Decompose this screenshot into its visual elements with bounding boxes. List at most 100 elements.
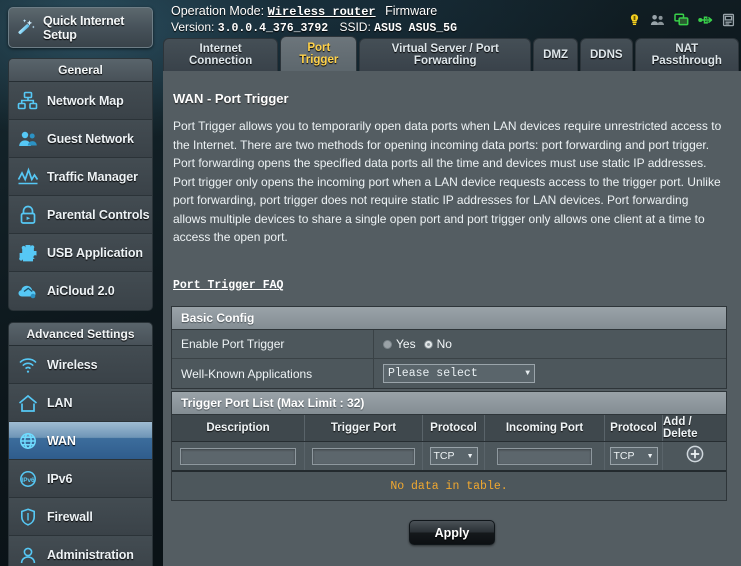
sidebar-item-label: Administration <box>47 548 134 562</box>
well-known-applications-value: Please select <box>388 367 478 380</box>
sidebar-item-traffic-manager[interactable]: Traffic Manager <box>9 158 152 196</box>
radio-option-yes[interactable]: Yes <box>383 337 416 351</box>
aicloud-icon <box>9 281 47 301</box>
tab-nat-passthrough[interactable]: NAT Passthrough <box>634 38 739 71</box>
printer-device-icon[interactable] <box>722 13 735 32</box>
sidebar-item-label: WAN <box>47 433 76 448</box>
version-label: Version: <box>171 20 215 34</box>
column-header-add-delete: Add / Delete <box>663 416 698 440</box>
basic-config-panel: Basic Config Enable Port Trigger Yes No … <box>171 306 727 389</box>
page-title: WAN - Port Trigger <box>173 91 289 106</box>
usb-device-icon[interactable] <box>698 13 713 32</box>
sidebar-item-label: AiCloud 2.0 <box>47 284 115 298</box>
sidebar: Quick Internet Setup General Network Map <box>0 0 163 566</box>
well-known-applications-label: Well-Known Applications <box>172 359 374 388</box>
usb-application-puzzle-icon <box>9 243 47 263</box>
network-map-icon <box>9 91 47 111</box>
administration-user-icon <box>9 545 47 565</box>
enable-port-trigger-radio-group: Yes No <box>383 337 452 351</box>
sidebar-group-advanced-title: Advanced Settings <box>9 323 152 346</box>
quick-internet-setup-button[interactable]: Quick Internet Setup <box>8 7 153 48</box>
notification-lamp-icon[interactable] <box>628 13 641 32</box>
tab-internet-connection[interactable]: Internet Connection <box>163 38 279 71</box>
sidebar-item-label: Wireless <box>47 357 98 372</box>
radio-yes-input[interactable] <box>383 339 392 349</box>
trigger-port-input-row: TCP ▼ TCP ▼ <box>172 442 726 472</box>
sidebar-group-advanced-settings: Advanced Settings Wireless LAN WAN IPv6 … <box>8 322 153 566</box>
well-known-applications-row: Well-Known Applications Please select ▼ <box>172 359 726 388</box>
sidebar-item-administration[interactable]: Administration <box>9 536 152 566</box>
port-trigger-faq-link[interactable]: Port Trigger FAQ <box>173 279 283 292</box>
ipv6-icon: IPv6 <box>9 469 47 489</box>
version-line: Version: 3.0.0.4_376_3792 SSID: ASUS ASU… <box>171 20 457 35</box>
sidebar-group-general-title: General <box>9 59 152 82</box>
wan-globe-icon <box>9 431 47 451</box>
guest-users-icon[interactable] <box>650 13 665 32</box>
sidebar-item-wan[interactable]: WAN <box>9 422 152 460</box>
chevron-down-icon: ▼ <box>646 452 654 460</box>
page-description: Port Trigger allows you to temporarily o… <box>173 119 722 244</box>
sidebar-item-label: Network Map <box>47 93 124 108</box>
sidebar-item-label: Guest Network <box>47 131 134 146</box>
sidebar-item-label: Firewall <box>47 509 93 524</box>
well-known-applications-select[interactable]: Please select ▼ <box>383 364 535 383</box>
sidebar-item-guest-network[interactable]: Guest Network <box>9 120 152 158</box>
firewall-shield-icon <box>9 507 47 527</box>
ssid-value: ASUS ASUS_5G <box>374 22 457 35</box>
tab-bar: Internet Connection Port Trigger Virtual… <box>163 36 741 71</box>
wireless-signal-icon <box>9 355 47 375</box>
sidebar-item-firewall[interactable]: Firewall <box>9 498 152 536</box>
protocol-2-value: TCP <box>613 450 635 462</box>
sidebar-item-label: LAN <box>47 395 73 410</box>
trigger-port-list-header-row: Description Trigger Port Protocol Incomi… <box>172 415 726 442</box>
tab-virtual-server-port-forwarding[interactable]: Virtual Server / Port Forwarding <box>359 38 532 71</box>
radio-yes-label: Yes <box>396 337 416 351</box>
sidebar-group-general: General Network Map Guest Network Traffi… <box>8 58 153 311</box>
tab-ddns[interactable]: DDNS <box>580 38 633 71</box>
sidebar-item-aicloud[interactable]: AiCloud 2.0 <box>9 272 152 310</box>
add-plus-icon[interactable] <box>686 445 704 468</box>
chevron-down-icon: ▼ <box>466 452 474 460</box>
incoming-port-input[interactable] <box>496 447 593 465</box>
enable-port-trigger-label: Enable Port Trigger <box>172 330 374 358</box>
sidebar-item-usb-application[interactable]: USB Application <box>9 234 152 272</box>
magic-wand-icon <box>9 16 43 40</box>
description-input[interactable] <box>179 447 297 465</box>
apply-button[interactable]: Apply <box>409 520 495 545</box>
empty-table-message: No data in table. <box>172 472 726 500</box>
main-content: WAN - Port Trigger Port Trigger allows y… <box>163 71 741 566</box>
operation-mode-label: Operation Mode: <box>171 4 265 18</box>
lan-home-icon <box>9 393 47 413</box>
sidebar-item-wireless[interactable]: Wireless <box>9 346 152 384</box>
sidebar-item-network-map[interactable]: Network Map <box>9 82 152 120</box>
quick-internet-setup-label: Quick Internet Setup <box>43 13 125 42</box>
ssid-label: SSID: <box>339 20 371 34</box>
sidebar-item-ipv6[interactable]: IPv6 IPv6 <box>9 460 152 498</box>
radio-option-no[interactable]: No <box>423 337 452 351</box>
sidebar-item-label: Traffic Manager <box>47 169 138 184</box>
apply-button-container: Apply <box>163 520 741 545</box>
connected-clients-icon[interactable] <box>674 13 689 32</box>
enable-port-trigger-row: Enable Port Trigger Yes No <box>172 330 726 359</box>
trigger-port-input[interactable] <box>312 447 415 465</box>
column-header-protocol-1: Protocol <box>423 415 485 441</box>
radio-no-label: No <box>436 337 452 351</box>
protocol-2-select[interactable]: TCP ▼ <box>609 447 658 465</box>
chevron-down-icon: ▼ <box>525 369 530 378</box>
version-value: 3.0.0.4_376_3792 <box>217 22 329 35</box>
radio-no-input[interactable] <box>423 339 433 349</box>
traffic-manager-icon <box>9 166 47 187</box>
operation-mode-value[interactable]: Wireless router <box>268 5 376 19</box>
basic-config-title: Basic Config <box>172 307 726 330</box>
column-header-protocol-2: Protocol <box>605 415 663 441</box>
protocol-1-select[interactable]: TCP ▼ <box>429 447 478 465</box>
tab-dmz[interactable]: DMZ <box>533 38 578 71</box>
protocol-1-value: TCP <box>433 450 455 462</box>
tab-port-trigger[interactable]: Port Trigger <box>280 36 358 71</box>
svg-text:IPv6: IPv6 <box>21 477 35 484</box>
sidebar-item-parental-controls[interactable]: Parental Controls <box>9 196 152 234</box>
sidebar-item-lan[interactable]: LAN <box>9 384 152 422</box>
header-bar: Operation Mode: Wireless router Firmware… <box>163 0 741 36</box>
operation-mode-line: Operation Mode: Wireless router Firmware <box>171 4 437 19</box>
column-header-incoming-port: Incoming Port <box>485 415 605 441</box>
